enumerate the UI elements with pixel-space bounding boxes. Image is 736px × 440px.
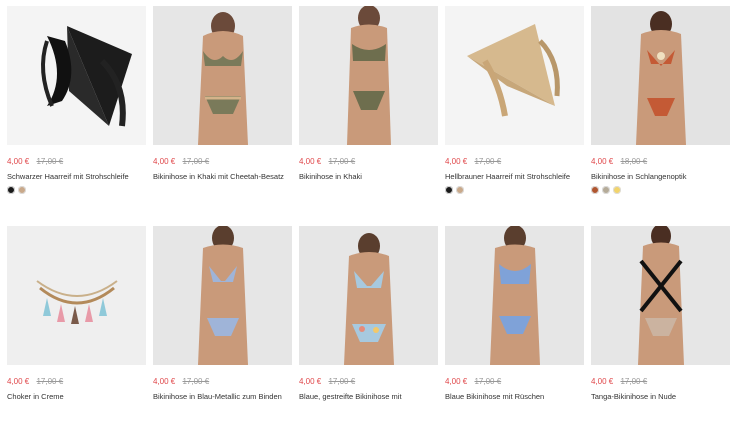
product-image[interactable] — [153, 226, 292, 365]
product-image[interactable] — [445, 226, 584, 365]
product-name[interactable]: Bikinihose in Khaki mit Cheetah-Besatz — [153, 172, 292, 182]
product-card[interactable]: 4,00 € 17,00 € Bikinihose in Khaki mit C… — [153, 0, 292, 220]
product-image[interactable] — [445, 6, 584, 145]
original-price: 17,00 € — [474, 157, 502, 166]
original-price: 17,00 € — [328, 157, 356, 166]
product-name[interactable]: Hellbrauner Haarreif mit Strohschleife — [445, 172, 584, 182]
product-name[interactable]: Blaue Bikinihose mit Rüschen — [445, 392, 584, 402]
product-grid: 4,00 € 17,00 € Schwarzer Haarreif mit St… — [0, 0, 736, 401]
color-swatch-black[interactable] — [7, 186, 15, 194]
original-price: 17,00 € — [620, 377, 648, 386]
product-image[interactable] — [299, 226, 438, 365]
original-price: 17,00 € — [182, 377, 210, 386]
product-card[interactable]: 4,00 € 17,00 € Schwarzer Haarreif mit St… — [7, 0, 146, 220]
product-card[interactable]: 4,00 € 17,00 € Bikinihose in Khaki — [299, 0, 438, 220]
product-image[interactable] — [591, 226, 730, 365]
color-swatch-tan[interactable] — [456, 186, 464, 194]
product-image[interactable] — [299, 6, 438, 145]
sale-price: 4,00 € — [591, 377, 614, 386]
color-swatch-taupe[interactable] — [602, 186, 610, 194]
sale-price: 4,00 € — [445, 377, 468, 386]
original-price: 17,00 € — [474, 377, 502, 386]
color-swatch-snake[interactable] — [591, 186, 599, 194]
original-price: 17,00 € — [36, 157, 64, 166]
color-swatch-yellow[interactable] — [613, 186, 621, 194]
sale-price: 4,00 € — [153, 157, 176, 166]
sale-price: 4,00 € — [591, 157, 614, 166]
sale-price: 4,00 € — [7, 157, 30, 166]
original-price: 18,00 € — [620, 157, 648, 166]
sale-price: 4,00 € — [445, 157, 468, 166]
product-card[interactable]: 4,00 € 17,00 € Bikinihose in Blau-Metall… — [153, 220, 292, 440]
original-price: 17,00 € — [182, 157, 210, 166]
product-card[interactable]: 4,00 € 17,00 € Blaue, gestreifte Bikinih… — [299, 220, 438, 440]
product-image[interactable] — [7, 226, 146, 365]
product-image[interactable] — [153, 6, 292, 145]
product-name[interactable]: Choker in Creme — [7, 392, 146, 402]
sale-price: 4,00 € — [7, 377, 30, 386]
product-card[interactable]: 4,00 € 17,00 € Blaue Bikinihose mit Rüsc… — [445, 220, 584, 440]
original-price: 17,00 € — [328, 377, 356, 386]
product-card[interactable]: 4,00 € 17,00 € Choker in Creme — [7, 220, 146, 440]
product-name[interactable]: Tanga-Bikinihose in Nude — [591, 392, 730, 402]
product-name[interactable]: Bikinihose in Blau-Metallic zum Binden — [153, 392, 292, 402]
product-name[interactable]: Blaue, gestreifte Bikinihose mit — [299, 392, 438, 402]
product-image[interactable] — [591, 6, 730, 145]
product-name[interactable]: Bikinihose in Schlangenoptik — [591, 172, 730, 182]
color-swatch-tan[interactable] — [18, 186, 26, 194]
original-price: 17,00 € — [36, 377, 64, 386]
sale-price: 4,00 € — [153, 377, 176, 386]
product-card[interactable]: 4,00 € 18,00 € Bikinihose in Schlangenop… — [591, 0, 730, 220]
product-image[interactable] — [7, 6, 146, 145]
product-name[interactable]: Schwarzer Haarreif mit Strohschleife — [7, 172, 146, 182]
sale-price: 4,00 € — [299, 377, 322, 386]
product-name[interactable]: Bikinihose in Khaki — [299, 172, 438, 182]
color-swatch-black[interactable] — [445, 186, 453, 194]
product-card[interactable]: 4,00 € 17,00 € Tanga-Bikinihose in Nude — [591, 220, 730, 440]
sale-price: 4,00 € — [299, 157, 322, 166]
product-card[interactable]: 4,00 € 17,00 € Hellbrauner Haarreif mit … — [445, 0, 584, 220]
